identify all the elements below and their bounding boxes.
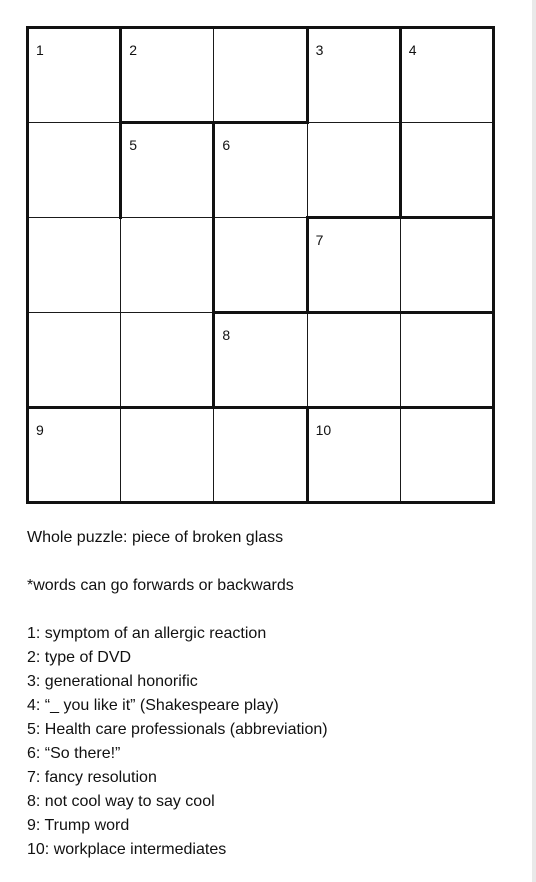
grid-number-2: 2 xyxy=(129,42,137,58)
grid-thick-line-6 xyxy=(305,216,495,219)
grid-number-6: 6 xyxy=(222,137,231,153)
clue-item: 10: workplace intermediates xyxy=(27,841,227,858)
grid-border-right xyxy=(492,26,495,504)
grid-number-3: 3 xyxy=(315,42,324,58)
grid-cell-r3-c3[interactable] xyxy=(213,217,308,313)
grid-thick-line-2 xyxy=(398,26,402,219)
clue-item: 7: fancy resolution xyxy=(27,769,157,786)
grid-number-9: 9 xyxy=(36,422,44,438)
grid-border-top xyxy=(26,26,495,29)
page-edge xyxy=(532,0,536,882)
grid-number-8: 8 xyxy=(222,327,231,343)
clue-item: 5: Health care professionals (abbreviati… xyxy=(27,721,328,738)
grid-thick-line-10 xyxy=(26,406,495,409)
clue-item: 4: “_ you like it” (Shakespeare play) xyxy=(27,697,279,714)
grid-cell-r5-c3[interactable] xyxy=(213,407,308,503)
grid-thick-line-4 xyxy=(119,121,123,219)
grid-cell-r3-c1[interactable] xyxy=(27,217,122,313)
grid-thick-line-7 xyxy=(305,216,309,314)
grid-number-7: 7 xyxy=(315,232,324,248)
clue-item: 8: not cool way to say cool xyxy=(27,793,215,810)
grid-cell-r5-c5[interactable] xyxy=(399,407,494,503)
puzzle-theme: Whole puzzle: piece of broken glass xyxy=(27,529,284,546)
grid-number-10: 10 xyxy=(315,422,332,438)
grid-thick-line-9 xyxy=(212,311,216,409)
grid-thick-line-0 xyxy=(119,26,123,124)
grid-border-bottom xyxy=(26,501,495,504)
grid-thick-line-5 xyxy=(212,121,216,314)
clue-item: 3: generational honorific xyxy=(27,673,198,690)
grid-number-1: 1 xyxy=(36,42,44,58)
grid-cell-r3-c2[interactable] xyxy=(120,217,215,313)
grid-cell-r4-c5[interactable] xyxy=(399,312,494,408)
grid-thick-line-1 xyxy=(305,26,309,124)
grid-cell-r1-c3[interactable] xyxy=(213,27,308,123)
puzzle-note: *words can go forwards or backwards xyxy=(27,577,294,594)
clue-item: 1: symptom of an allergic reaction xyxy=(27,625,267,642)
clue-list: 1: symptom of an allergic reaction 2: typ… xyxy=(27,622,328,862)
clue-item: 6: “So there!” xyxy=(27,745,121,762)
grid-cell-r2-c1[interactable] xyxy=(27,122,122,218)
grid-cell-r5-c2[interactable] xyxy=(120,407,215,503)
grid-cell-r4-c4[interactable] xyxy=(306,312,401,408)
clue-item: 2: type of DVD xyxy=(27,649,132,666)
grid-number-4: 4 xyxy=(408,42,417,58)
puzzle-grid: 1 2 3 4 5 6 7 8 9 10 xyxy=(26,26,495,504)
grid-number-5: 5 xyxy=(129,137,137,153)
grid-thick-line-11 xyxy=(305,406,309,504)
grid-cell-r4-c2[interactable] xyxy=(120,312,215,408)
grid-thick-line-8 xyxy=(212,311,495,314)
grid-border-left xyxy=(26,26,29,504)
clue-item: 9: Trump word xyxy=(27,817,130,834)
grid-cell-r2-c5[interactable] xyxy=(399,122,494,218)
grid-cell-r2-c4[interactable] xyxy=(306,122,401,218)
grid-cell-r3-c5[interactable] xyxy=(399,217,494,313)
grid-cell-r4-c1[interactable] xyxy=(27,312,122,408)
